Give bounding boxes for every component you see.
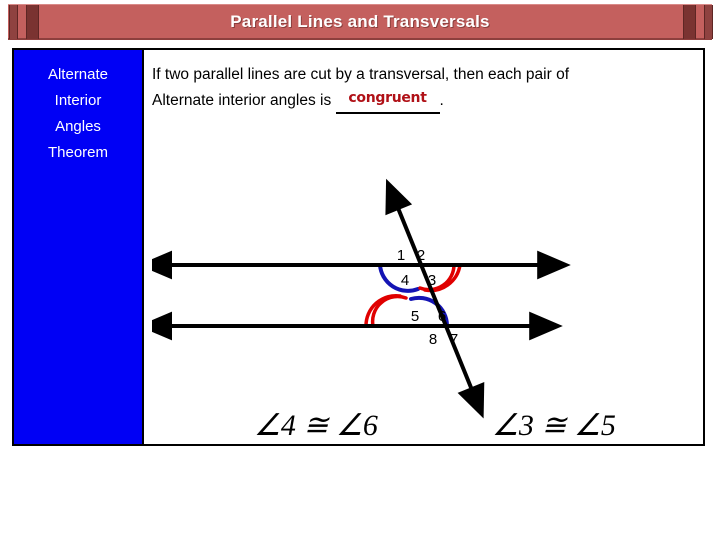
theorem-name-line-2: Interior bbox=[54, 92, 102, 109]
angle-4-arc-blue bbox=[378, 263, 420, 293]
statement-line-1: If two parallel lines are cut by a trans… bbox=[152, 66, 569, 83]
fill-in-blank[interactable]: congruent bbox=[335, 90, 440, 114]
conclusion-right: ∠3 ≅ ∠5 bbox=[492, 409, 616, 442]
parallel-lines-diagram: 1 2 4 3 5 6 8 7 bbox=[152, 130, 705, 442]
title-banner: Parallel Lines and Transversals bbox=[8, 4, 713, 40]
angle-label-2: 2 bbox=[417, 247, 425, 264]
angle-label-3: 3 bbox=[428, 272, 436, 289]
angle-label-5: 5 bbox=[411, 308, 419, 325]
theorem-name-line-4: Theorem bbox=[47, 144, 109, 161]
angle-label-6: 6 bbox=[438, 308, 446, 325]
angle-label-7: 7 bbox=[450, 331, 458, 348]
theorem-name-panel: Alternate Interior Angles Theorem bbox=[14, 50, 144, 444]
statement-line-2: Alternate interior angles is congruent. bbox=[152, 88, 700, 114]
theorem-statement: If two parallel lines are cut by a trans… bbox=[152, 62, 700, 114]
theorem-name-line-3: Angles bbox=[55, 118, 101, 135]
conclusion-left: ∠4 ≅ ∠6 bbox=[254, 409, 378, 442]
angle-label-4: 4 bbox=[401, 272, 409, 289]
content-frame: Alternate Interior Angles Theorem If two… bbox=[12, 48, 705, 446]
page-title: Parallel Lines and Transversals bbox=[230, 12, 490, 31]
theorem-name-line-1: Alternate bbox=[47, 66, 109, 83]
fill-in-answer: congruent bbox=[348, 90, 427, 106]
angle-label-1: 1 bbox=[397, 247, 405, 264]
statement-line-2-prefix: Alternate interior angles is bbox=[152, 92, 336, 109]
statement-line-2-suffix: . bbox=[439, 92, 444, 109]
angle-label-8: 8 bbox=[429, 331, 437, 348]
